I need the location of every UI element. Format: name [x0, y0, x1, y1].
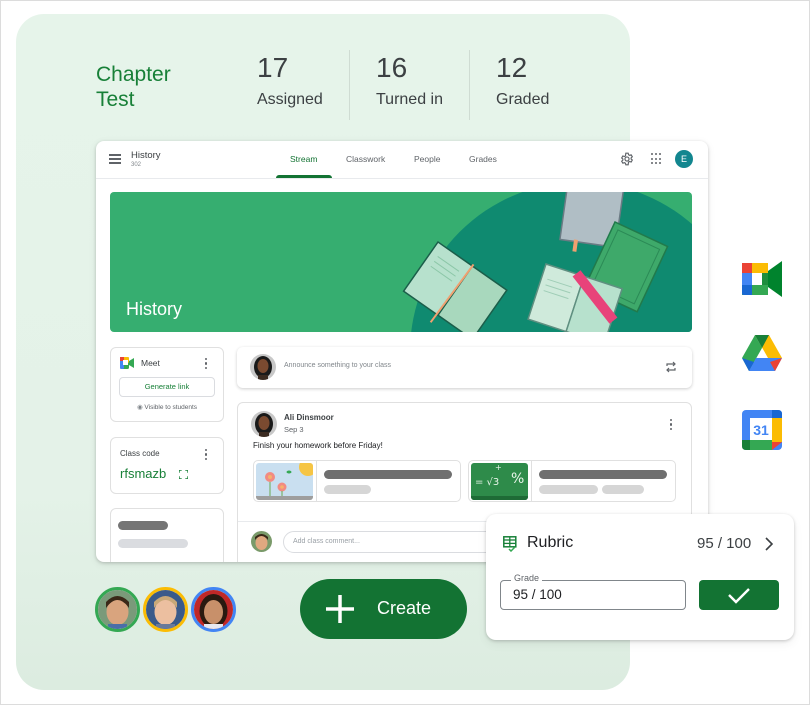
stat-divider: [349, 50, 350, 120]
class-code-card: Class code rfsmazb: [110, 437, 224, 494]
chevron-right-icon[interactable]: [764, 537, 774, 551]
assignment-title-line1: Chapter: [96, 63, 171, 86]
rubric-label: Rubric: [527, 534, 574, 551]
commenter-avatar: [251, 531, 272, 552]
placeholder-bar: [324, 485, 371, 494]
stat-value: 17: [257, 52, 289, 83]
author-avatar: [251, 411, 277, 437]
stat-label: Graded: [496, 91, 550, 108]
svg-text:%: %: [511, 471, 524, 487]
grade-label: Grade: [511, 573, 543, 583]
stat-turned-in: 16 Turned in: [376, 50, 443, 111]
attachment-thumbnail: [256, 463, 313, 500]
attachment-card[interactable]: = √3 % +: [468, 460, 676, 502]
checkmark-icon: [728, 588, 750, 604]
google-calendar-icon[interactable]: 31: [740, 408, 784, 452]
placeholder-bar: [602, 485, 644, 494]
rubric-card: Rubric 95 / 100 Grade: [486, 514, 794, 640]
visibility-label: Visible to students: [144, 404, 198, 411]
attachment-divider: [316, 461, 317, 501]
active-tab-indicator: [276, 175, 332, 178]
visible-to-students: ◉ Visible to students: [111, 403, 223, 411]
apps-grid-icon[interactable]: [651, 153, 663, 165]
confirm-grade-button[interactable]: [699, 580, 779, 610]
google-meet-icon[interactable]: [740, 257, 784, 301]
svg-text:= √3: = √3: [475, 477, 499, 488]
stat-value: 12: [496, 52, 528, 83]
assignment-title: Chapter Test: [96, 62, 171, 112]
post-date: Sep 3: [284, 425, 304, 434]
post-more-icon[interactable]: [670, 419, 673, 430]
stat-assigned: 17 Assigned: [257, 50, 323, 111]
create-label: Create: [377, 598, 432, 618]
class-code-value: rfsmazb: [120, 466, 167, 481]
stat-label: Turned in: [376, 91, 443, 108]
menu-icon[interactable]: [109, 154, 121, 164]
rubric-score: 95 / 100: [697, 535, 752, 552]
calendar-day: 31: [753, 422, 769, 438]
grade-field[interactable]: Grade: [500, 573, 686, 610]
placeholder-bar: [324, 470, 452, 479]
class-banner: History: [110, 192, 692, 332]
attachment-card[interactable]: [253, 460, 461, 502]
student-avatar[interactable]: [95, 587, 140, 632]
eye-icon: ◉: [136, 404, 143, 411]
account-avatar[interactable]: E: [675, 150, 693, 168]
placeholder-bar: [539, 485, 598, 494]
class-code-label: Class code: [120, 449, 160, 458]
stat-divider: [469, 50, 470, 120]
class-code-more-icon[interactable]: [205, 449, 208, 460]
generate-link-button[interactable]: Generate link: [119, 377, 215, 397]
post-body: Finish your homework before Friday!: [253, 441, 383, 450]
meet-more-icon[interactable]: [205, 358, 208, 369]
placeholder-card: [110, 508, 224, 562]
create-button[interactable]: Create: [300, 579, 467, 639]
tab-people[interactable]: People: [414, 154, 440, 164]
student-avatar[interactable]: [143, 587, 188, 632]
announce-box[interactable]: Announce something to your class: [237, 347, 692, 388]
classroom-window: History 302 Stream Classwork People Grad…: [96, 141, 708, 562]
tab-grades[interactable]: Grades: [469, 154, 497, 164]
stat-graded: 12 Graded: [496, 50, 549, 111]
banner-title: History: [126, 299, 183, 319]
attachment-divider: [531, 461, 532, 501]
meet-card: Meet Generate link ◉ Visible to students: [110, 347, 224, 422]
stat-label: Assigned: [257, 91, 323, 108]
tab-stream[interactable]: Stream: [290, 154, 317, 164]
placeholder-bar: [539, 470, 667, 479]
books-illustration: [402, 192, 692, 332]
google-drive-icon[interactable]: [740, 331, 784, 375]
class-name[interactable]: History: [131, 150, 161, 161]
rubric-icon: [503, 536, 517, 552]
attachment-thumbnail: = √3 % +: [471, 463, 528, 500]
placeholder-bar: [118, 521, 168, 530]
assignment-title-line2: Test: [96, 88, 135, 111]
announce-placeholder[interactable]: Announce something to your class: [284, 362, 391, 369]
stat-value: 16: [376, 52, 408, 83]
svg-text:+: +: [495, 463, 502, 472]
settings-gear-icon[interactable]: [620, 152, 634, 166]
repost-icon[interactable]: [665, 361, 677, 373]
student-avatar[interactable]: [191, 587, 236, 632]
fullscreen-icon[interactable]: [179, 470, 188, 479]
teacher-avatar: [250, 354, 276, 380]
meet-label: Meet: [141, 358, 160, 368]
post-author: Ali Dinsmoor: [284, 413, 334, 422]
tab-classwork[interactable]: Classwork: [346, 154, 385, 164]
grade-input[interactable]: [513, 587, 673, 602]
google-meet-icon: [120, 357, 134, 369]
classroom-topbar: History 302 Stream Classwork People Grad…: [96, 141, 708, 179]
plus-icon: [326, 595, 354, 623]
class-section: 302: [131, 162, 142, 168]
placeholder-bar: [118, 539, 188, 548]
